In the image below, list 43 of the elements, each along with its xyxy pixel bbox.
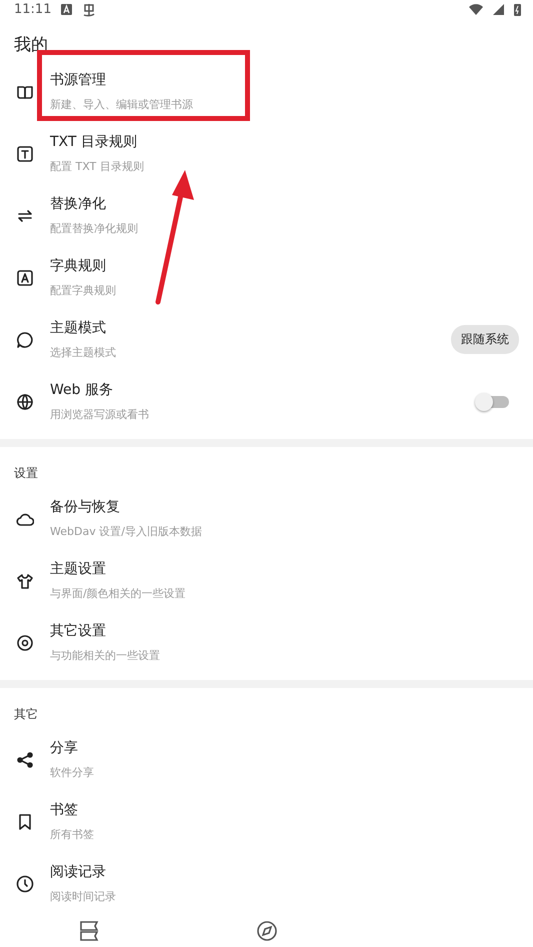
dictionary-icon	[16, 268, 34, 287]
item-title[interactable]: 主题模式	[50, 319, 451, 338]
bookmark-icon	[16, 812, 34, 831]
clock-icon	[16, 874, 34, 893]
keyboard-icon	[61, 4, 72, 16]
compass-icon[interactable]	[256, 920, 276, 941]
battery-icon	[514, 3, 521, 16]
text-icon	[16, 144, 34, 163]
bookshelf-icon[interactable]	[78, 920, 100, 941]
item-subtitle: WebDav 设置/导入旧版本数据	[50, 524, 203, 540]
wifi-icon	[469, 4, 483, 16]
item-title[interactable]: 分享	[50, 739, 519, 758]
item-subtitle: 配置替换净化规则	[50, 221, 139, 236]
item-title[interactable]: 备份与恢复	[50, 498, 519, 516]
item-subtitle: 软件分享	[50, 765, 95, 780]
item-subtitle: 选择主题模式	[50, 345, 117, 360]
item-subtitle: 所有书签	[50, 827, 95, 842]
item-subtitle: 配置 TXT 目录规则	[50, 159, 145, 174]
section-header: 其它	[13, 706, 39, 723]
item-title[interactable]: 书源管理	[50, 71, 519, 90]
item-subtitle: 用浏览器写源或看书	[50, 407, 150, 422]
shirt-icon	[16, 572, 34, 590]
share-icon	[16, 750, 34, 769]
item-subtitle: 与界面/颜色相关的一些设置	[50, 586, 187, 602]
item-subtitle: 与功能相关的一些设置	[50, 648, 161, 664]
item-title[interactable]: 阅读记录	[50, 863, 519, 882]
item-subtitle: 阅读时间记录	[50, 889, 117, 904]
item-subtitle: 配置字典规则	[50, 283, 117, 298]
item-title[interactable]: 其它设置	[50, 622, 519, 640]
item-title[interactable]: 字典规则	[50, 257, 519, 276]
theme-mode-button[interactable]: 跟随系统	[451, 325, 519, 354]
item-title[interactable]: 主题设置	[50, 560, 519, 578]
item-subtitle: 新建、导入、编辑或管理书源	[50, 97, 194, 112]
settings-icon	[16, 634, 34, 652]
item-title[interactable]: TXT 目录规则	[50, 133, 519, 152]
item-title[interactable]: 书签	[50, 801, 519, 820]
speech-bubble-icon	[16, 330, 34, 349]
item-title[interactable]: Web 服务	[50, 381, 479, 400]
item-title[interactable]: 替换净化	[50, 195, 519, 214]
signal-icon	[493, 4, 504, 16]
globe-icon	[16, 392, 34, 411]
section-header: 设置	[13, 464, 39, 482]
status-time: 11:11	[14, 2, 52, 18]
